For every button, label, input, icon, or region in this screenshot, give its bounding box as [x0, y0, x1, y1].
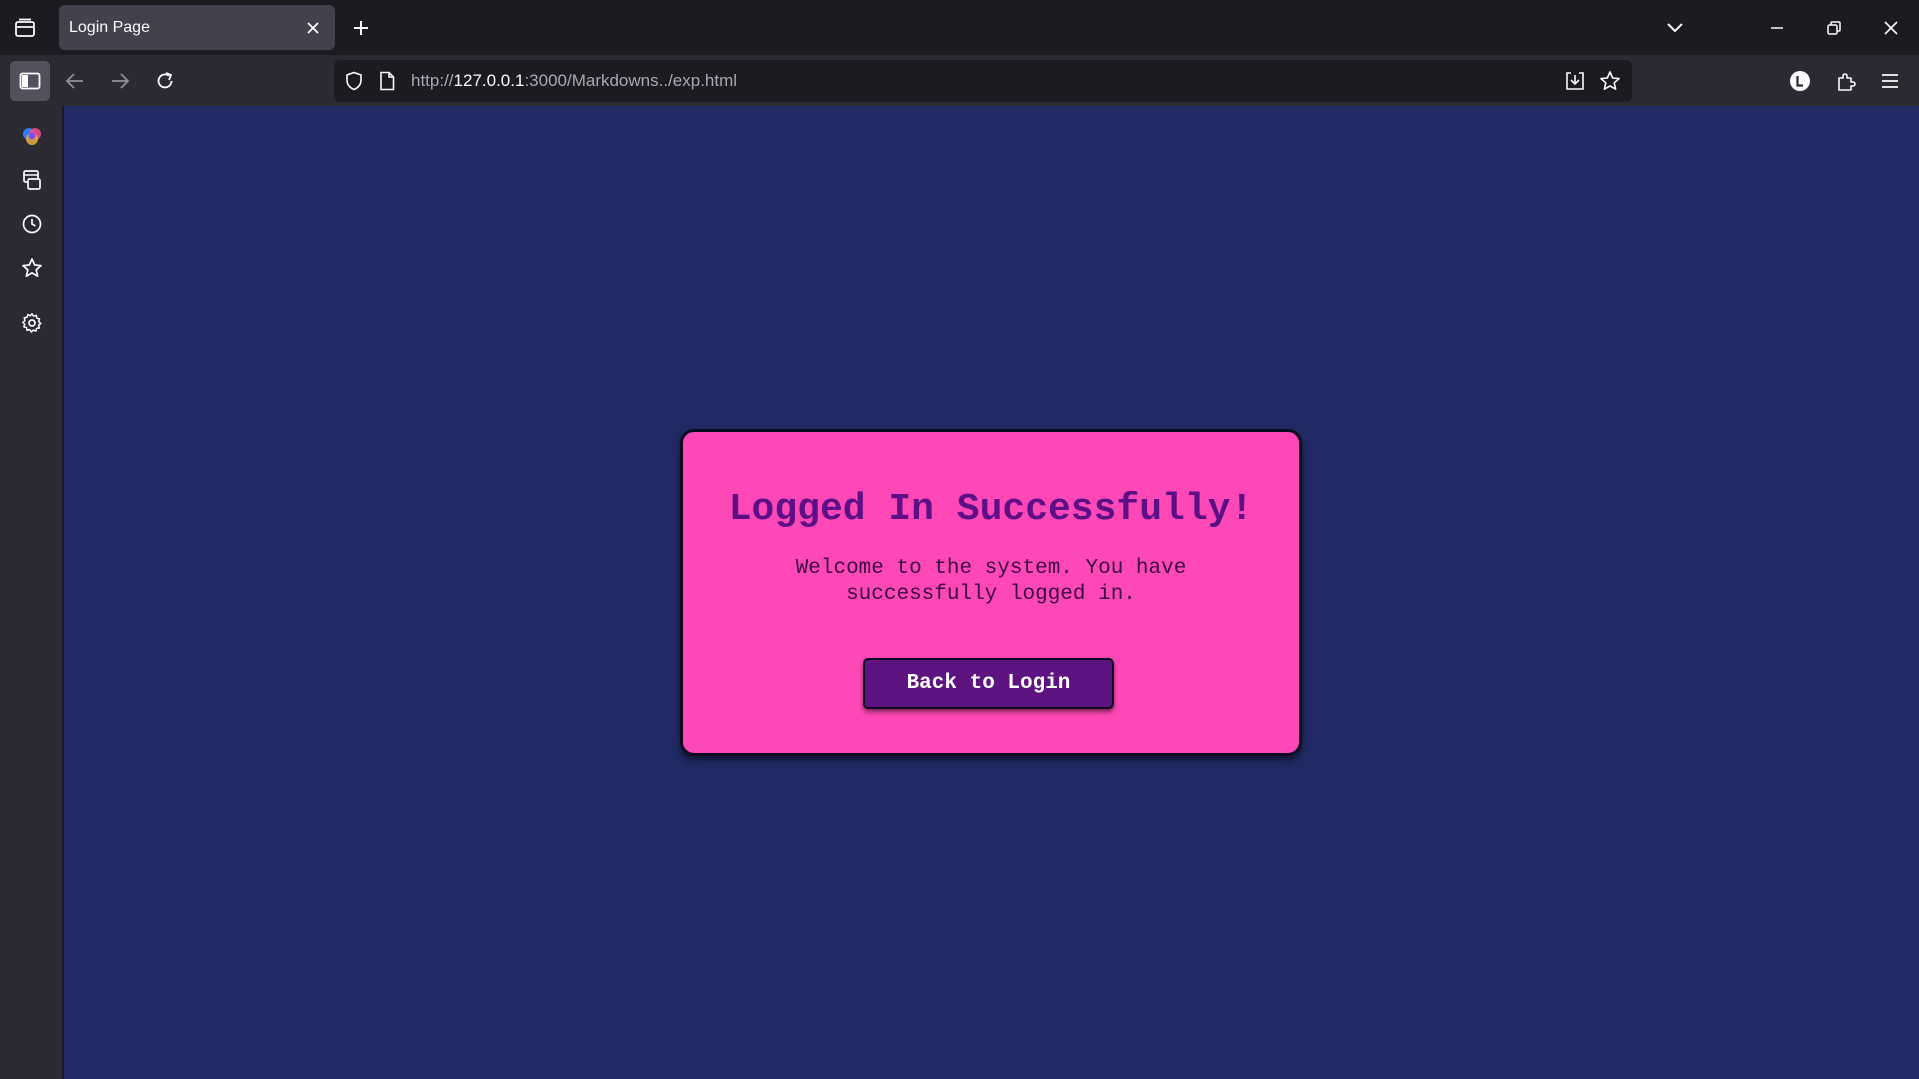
success-title: Logged In Successfully! — [728, 488, 1254, 531]
plus-icon[interactable] — [346, 14, 376, 42]
page-content: Logged In Successfully! Welcome to the s… — [64, 106, 1919, 1079]
shield-icon[interactable] — [344, 71, 364, 96]
active-tab[interactable]: Login Page — [59, 5, 335, 50]
tab-bar: Login Page — [0, 0, 1919, 55]
close-icon[interactable] — [301, 16, 325, 40]
navigation-toolbar: http://127.0.0.1:3000/Markdowns../exp.ht… — [0, 55, 1919, 106]
history-icon[interactable] — [16, 208, 48, 240]
url-path: :3000/Markdowns../exp.html — [524, 71, 738, 90]
account-icon[interactable] — [1780, 61, 1820, 101]
page-icon[interactable] — [378, 71, 396, 96]
synced-tabs-icon[interactable] — [16, 164, 48, 196]
chevron-down-icon[interactable] — [1660, 14, 1690, 42]
url-text[interactable]: http://127.0.0.1:3000/Markdowns../exp.ht… — [411, 60, 737, 102]
tab-list-icon[interactable] — [10, 14, 40, 42]
back-to-login-button[interactable]: Back to Login — [863, 658, 1114, 709]
puzzle-icon[interactable] — [1826, 61, 1866, 101]
restore-icon[interactable] — [1819, 14, 1849, 42]
success-message: Welcome to the system. You have successf… — [795, 557, 1187, 606]
settings-gear-icon[interactable] — [16, 307, 48, 339]
hamburger-icon[interactable] — [1870, 61, 1910, 101]
close-icon[interactable] — [1876, 14, 1906, 42]
sidebar — [0, 106, 63, 1079]
bookmarks-star-icon[interactable] — [16, 252, 48, 284]
arrow-right-icon[interactable] — [100, 61, 140, 101]
arrow-left-icon[interactable] — [55, 61, 95, 101]
url-host: 127.0.0.1 — [453, 71, 525, 90]
reload-icon[interactable] — [145, 61, 185, 101]
star-icon[interactable] — [1599, 70, 1621, 97]
sidebar-icon[interactable] — [10, 61, 50, 101]
url-prefix: http:// — [411, 71, 454, 90]
url-bar[interactable]: http://127.0.0.1:3000/Markdowns../exp.ht… — [334, 60, 1632, 102]
download-icon[interactable] — [1564, 70, 1586, 97]
minimize-icon[interactable] — [1762, 14, 1792, 42]
copilot-icon[interactable] — [16, 120, 48, 152]
tab-title: Login Page — [69, 18, 150, 36]
success-card: Logged In Successfully! Welcome to the s… — [680, 429, 1302, 756]
